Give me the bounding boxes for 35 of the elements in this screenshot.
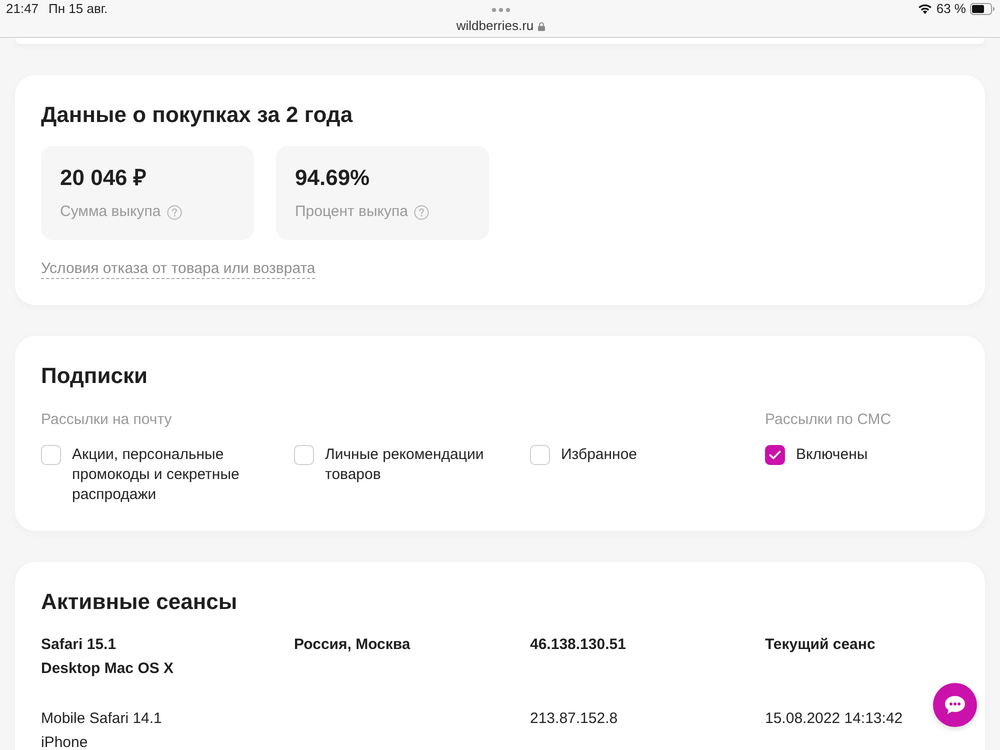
checkbox-label: Личные рекомендации товаров — [325, 445, 485, 485]
status-date: Пн 15 авг. — [48, 1, 108, 16]
help-icon[interactable] — [166, 204, 182, 220]
wifi-icon — [918, 3, 932, 14]
session-location: Россия, Москва — [294, 636, 410, 653]
checkbox-label: Избранное — [561, 445, 638, 465]
checkbox-label: Включены — [796, 445, 868, 465]
battery-percent: 63 % — [936, 2, 966, 16]
lock-icon — [538, 22, 545, 30]
card-title: Подписки — [41, 362, 149, 390]
checkbox[interactable] — [765, 445, 785, 465]
group-label: Рассылки на почту — [41, 410, 173, 430]
checkbox-label: Акции, персональные промокоды и секретные распродажи — [72, 445, 240, 505]
card-title: Активные сеансы — [41, 588, 238, 616]
session-ip: 213.87.152.8 — [530, 710, 618, 727]
status-time: 21:47 — [6, 1, 39, 16]
session-ip: 46.138.130.51 — [530, 636, 626, 653]
check-icon — [769, 450, 781, 460]
device-name: Desktop Mac OS X — [41, 659, 174, 679]
session-status: Текущий сеанс — [765, 636, 876, 653]
browser-name: Safari 15.1 — [41, 635, 116, 655]
group-label: Рассылки по СМС — [765, 410, 892, 430]
browser-name: Mobile Safari 14.1 — [41, 709, 162, 729]
more-dots-icon[interactable] — [492, 8, 510, 12]
stat-label: Сумма выкупа — [60, 202, 161, 222]
chat-bubble-icon — [944, 695, 966, 715]
session-status: 15.08.2022 14:13:42 — [765, 710, 903, 727]
stat-label: Процент выкупа — [295, 202, 408, 222]
stat-value: 20 046 ₽ — [60, 164, 148, 192]
stat-value: 94.69% — [295, 164, 371, 192]
card-title: Данные о покупках за 2 года — [41, 101, 354, 129]
device-name: iPhone — [41, 733, 88, 750]
address-url[interactable]: wildberries.ru — [456, 18, 534, 34]
battery-icon — [970, 3, 995, 15]
help-icon[interactable] — [414, 204, 429, 220]
